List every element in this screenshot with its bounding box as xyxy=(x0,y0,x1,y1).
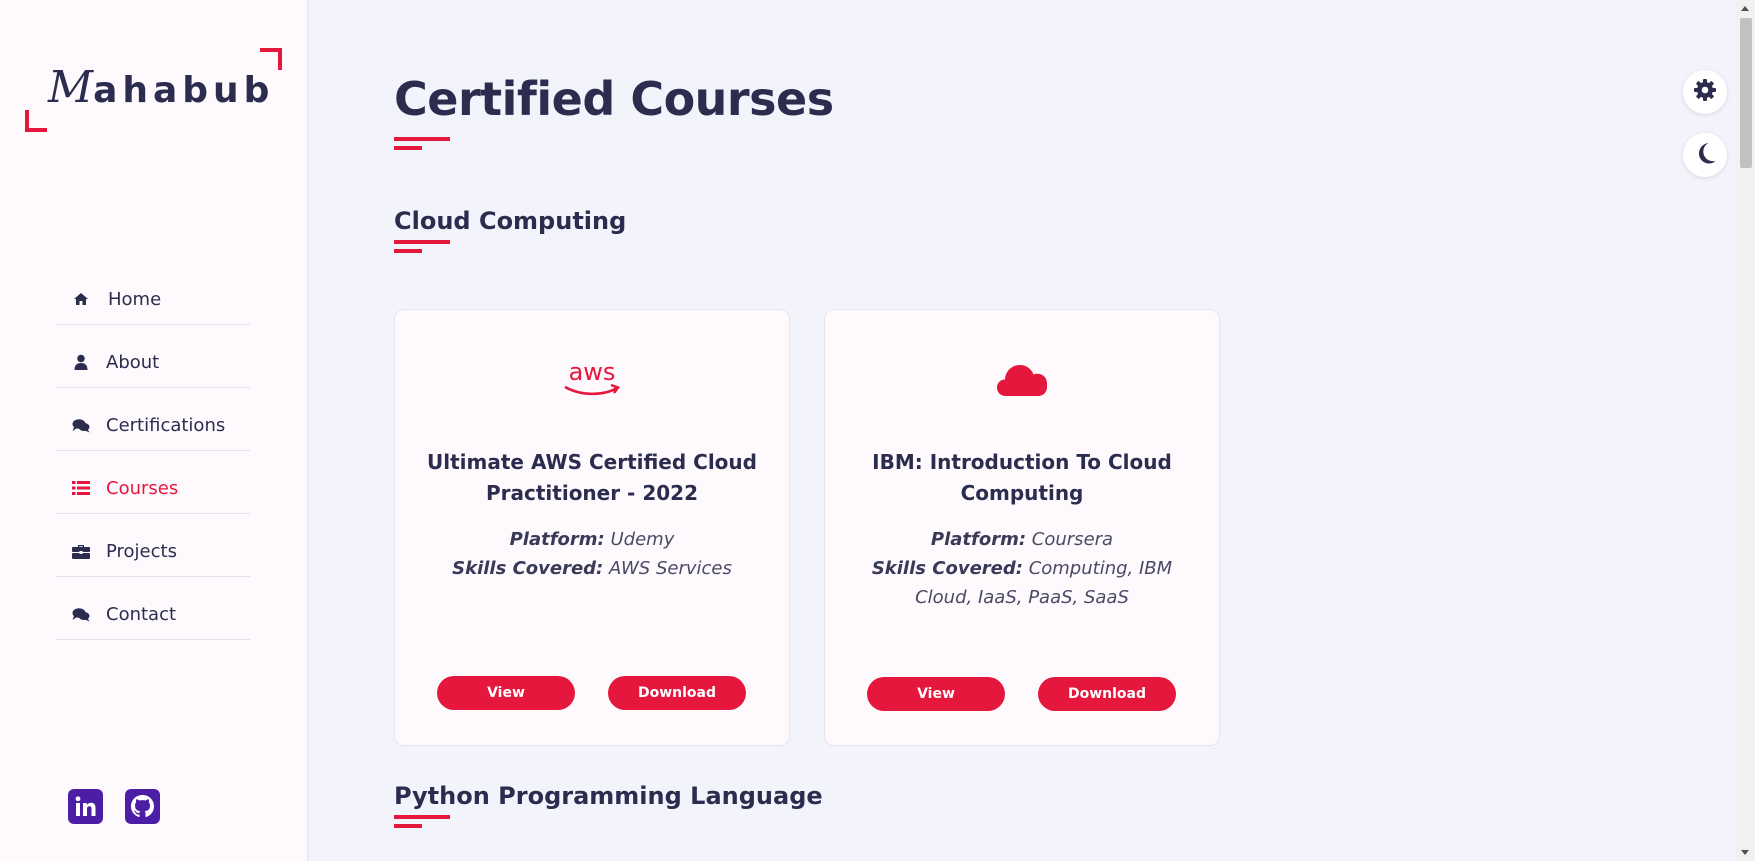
settings-icon xyxy=(1693,78,1717,106)
comments-icon xyxy=(72,605,90,623)
platform-label: Platform: xyxy=(930,529,1027,550)
linkedin-icon[interactable] xyxy=(68,789,103,824)
github-icon[interactable] xyxy=(125,789,160,824)
scroll-down-arrow[interactable] xyxy=(1741,850,1749,855)
dark-mode-toggle[interactable] xyxy=(1683,133,1727,177)
platform-value: Udemy xyxy=(610,529,675,550)
download-button[interactable]: Download xyxy=(608,676,746,710)
section-title-cloud-computing: Cloud Computing xyxy=(394,207,627,235)
section-underline xyxy=(394,240,450,254)
platform-value: Coursera xyxy=(1031,529,1114,550)
briefcase-icon xyxy=(72,542,90,560)
nav-item-about[interactable]: About xyxy=(56,325,250,388)
nav-label: About xyxy=(106,351,160,373)
nav-item-courses[interactable]: Courses xyxy=(56,451,250,514)
user-icon xyxy=(72,353,90,371)
home-icon xyxy=(72,290,90,308)
platform-label: Platform: xyxy=(509,529,605,550)
comments-icon xyxy=(72,416,90,434)
section-underline xyxy=(394,815,450,829)
nav-item-contact[interactable]: Contact xyxy=(56,577,250,640)
social-links xyxy=(68,789,160,824)
nav-label: Home xyxy=(108,288,162,310)
logo-corner-bottom-left xyxy=(25,110,47,132)
logo-text: Mahabub xyxy=(48,62,275,113)
scroll-thumb[interactable] xyxy=(1740,18,1752,168)
section-title-python: Python Programming Language xyxy=(394,782,823,810)
nav-label: Courses xyxy=(106,477,179,499)
skills-label: Skills Covered: xyxy=(452,558,604,579)
nav-label: Certifications xyxy=(106,414,226,436)
nav-label: Projects xyxy=(106,540,177,562)
page-title: Certified Courses xyxy=(394,72,834,126)
title-underline xyxy=(394,137,450,151)
settings-button[interactable] xyxy=(1683,70,1727,114)
nav-item-projects[interactable]: Projects xyxy=(56,514,250,577)
svg-text:aws: aws xyxy=(569,358,616,386)
main-content: Certified Courses Cloud Computing aws Ul… xyxy=(394,0,1594,861)
course-card: IBM: Introduction To Cloud Computing Pla… xyxy=(824,309,1220,746)
scrollbar[interactable] xyxy=(1736,0,1755,861)
download-button[interactable]: Download xyxy=(1038,677,1176,711)
nav-item-certifications[interactable]: Certifications xyxy=(56,388,250,451)
list-icon xyxy=(72,479,90,497)
cloud-icon xyxy=(825,354,1219,404)
main-nav: Home About Certifications Courses Projec… xyxy=(56,262,250,640)
view-button[interactable]: View xyxy=(867,677,1005,711)
course-meta: Platform: Coursera Skills Covered: Compu… xyxy=(843,525,1201,612)
sidebar: Mahabub Home About Certifications Course… xyxy=(0,0,308,861)
skills-label: Skills Covered: xyxy=(871,558,1023,579)
skills-value: AWS Services xyxy=(609,558,732,579)
course-title: IBM: Introduction To Cloud Computing xyxy=(872,450,1172,505)
nav-item-home[interactable]: Home xyxy=(56,262,250,325)
scroll-up-arrow[interactable] xyxy=(1741,6,1749,11)
aws-icon: aws xyxy=(395,354,789,404)
course-card: aws Ultimate AWS Certified Cloud Practit… xyxy=(394,309,790,746)
course-meta: Platform: Udemy Skills Covered: AWS Serv… xyxy=(413,525,771,583)
moon-icon xyxy=(1693,141,1717,169)
nav-label: Contact xyxy=(106,603,177,625)
course-title: Ultimate AWS Certified Cloud Practitione… xyxy=(427,450,757,505)
view-button[interactable]: View xyxy=(437,676,575,710)
logo[interactable]: Mahabub xyxy=(24,48,284,132)
